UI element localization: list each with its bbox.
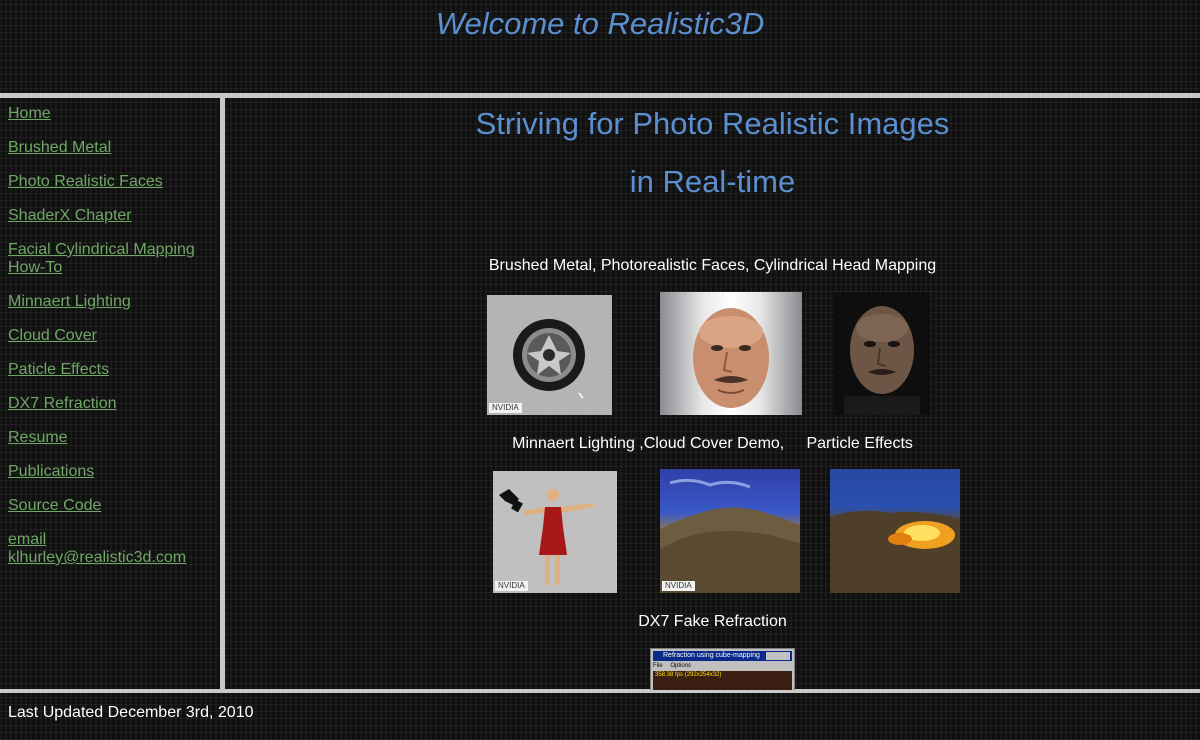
nvidia-badge: NVIDIA (662, 581, 695, 591)
face-image-dark (844, 306, 920, 415)
menu-options[interactable]: Options (670, 663, 691, 669)
nav-photo-realistic-faces[interactable]: Photo Realistic Faces (8, 173, 213, 191)
nav-source-code[interactable]: Source Code (8, 497, 213, 515)
main-content: Striving for Photo Realistic Images in R… (225, 98, 1200, 690)
nav-home[interactable]: Home (8, 105, 213, 123)
last-updated: Last Updated December 3rd, 2010 (8, 704, 254, 721)
caption-row-2: Minnaert Lighting ,Cloud Cover Demo, Par… (512, 435, 913, 452)
nvidia-badge: NVIDIA (489, 403, 522, 413)
thumb-cloud-cover[interactable]: NVIDIA (660, 469, 800, 593)
thumb-brushed-metal[interactable]: NVIDIA (487, 295, 612, 415)
window-titlebar: Refraction using cube-mapping (653, 651, 792, 661)
window-controls[interactable] (766, 652, 790, 660)
figure-image (499, 489, 593, 585)
caption-row-1: Brushed Metal, Photorealistic Faces, Cyl… (488, 257, 937, 274)
menu-file[interactable]: File (653, 663, 663, 669)
nav-dx7-refraction[interactable]: DX7 Refraction (8, 395, 213, 413)
site-header: Welcome to Realistic3D (0, 0, 1200, 93)
explosion-image (830, 510, 960, 593)
thumb-cylindrical-head[interactable] (834, 292, 930, 415)
nav-minnaert-lighting[interactable]: Minnaert Lighting (8, 293, 213, 311)
nav-email[interactable]: email klhurley@realistic3d.com (8, 531, 213, 567)
thumb-particle-effects[interactable] (830, 469, 960, 593)
headline-striving: Striving for Photo Realistic Images (475, 106, 950, 141)
site-title: Welcome to Realistic3D (435, 6, 765, 41)
thumb-photorealistic-face[interactable] (660, 292, 802, 415)
headline-realtime: in Real-time (629, 164, 796, 199)
nav-cloud-cover[interactable]: Cloud Cover (8, 327, 213, 345)
wheel-image (513, 319, 585, 399)
nvidia-badge: NVIDIA (495, 581, 528, 591)
nav-shaderx-chapter[interactable]: ShaderX Chapter (8, 207, 213, 225)
window-title: Refraction using cube-mapping (663, 652, 760, 659)
window-menubar: File Options (653, 662, 792, 670)
nav-brushed-metal[interactable]: Brushed Metal (8, 139, 213, 157)
thumb-minnaert-lighting[interactable]: NVIDIA (493, 471, 617, 593)
fps-readout: 358.38 fps (292x254x32) (655, 672, 722, 678)
face-image-bright (693, 308, 769, 408)
terrain-image (660, 478, 800, 593)
render-area: 358.38 fps (292x254x32) (653, 671, 792, 690)
nav-publications[interactable]: Publications (8, 463, 213, 481)
nav-resume[interactable]: Resume (8, 429, 213, 447)
nav-particle-effects[interactable]: Paticle Effects (8, 361, 213, 379)
nav-facial-cylindrical-mapping[interactable]: Facial Cylindrical Mapping How-To (8, 241, 213, 277)
sidebar-nav: Home Brushed Metal Photo Realistic Faces… (8, 105, 213, 583)
caption-row-3: DX7 Fake Refraction (638, 613, 787, 630)
thumb-dx7-refraction[interactable]: Refraction using cube-mapping File Optio… (650, 648, 795, 690)
